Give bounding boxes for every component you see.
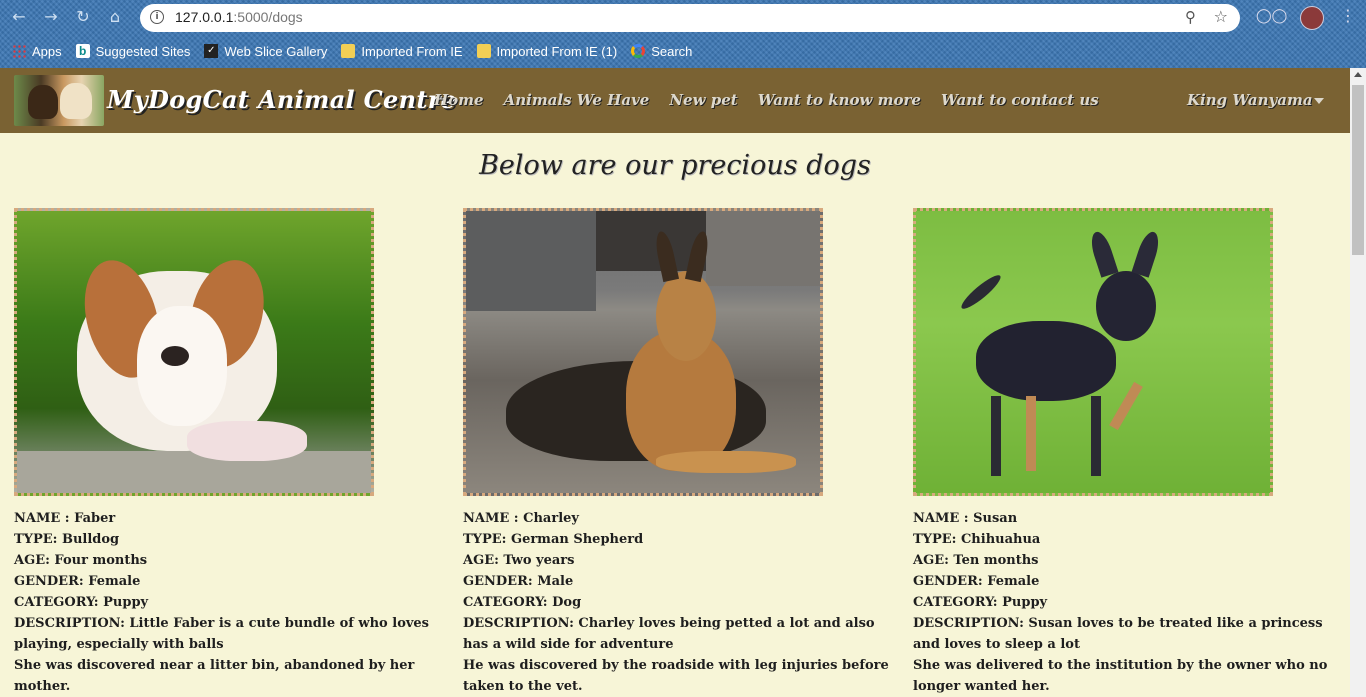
dog-gender: GENDER: Female	[913, 574, 1040, 589]
chrome-menu-icon[interactable]: ⋮	[1340, 6, 1356, 25]
dog-gender: GENDER: Male	[463, 574, 574, 589]
scroll-up-icon[interactable]	[1354, 72, 1362, 77]
dog-photo-bulldog	[14, 208, 374, 496]
dog-story: He was discovered by the roadside with l…	[463, 658, 889, 694]
web-slice-icon: ✓	[204, 44, 219, 58]
apps-grid-icon	[12, 44, 26, 58]
dog-info: NAME : Faber TYPE: Bulldog AGE: Four mon…	[14, 508, 449, 697]
dog-age: AGE: Two years	[463, 553, 575, 568]
dog-category: CATEGORY: Dog	[463, 595, 582, 610]
dog-card: NAME : Charley TYPE: German Shepherd AGE…	[463, 208, 898, 697]
back-icon[interactable]: ←	[8, 6, 30, 28]
dog-type: TYPE: Bulldog	[14, 532, 120, 547]
bookmark-apps[interactable]: Apps	[12, 44, 62, 59]
dog-age: AGE: Ten months	[913, 553, 1039, 568]
url-path: :5000/dogs	[233, 9, 303, 25]
bookmark-imported-from-ie-1[interactable]: Imported From IE (1)	[476, 43, 618, 59]
bookmark-web-slice-gallery[interactable]: ✓ Web Slice Gallery	[204, 44, 327, 59]
dog-gender: GENDER: Female	[14, 574, 141, 589]
dog-info: NAME : Charley TYPE: German Shepherd AGE…	[463, 508, 898, 697]
site-navbar: MyDogCat Animal Centre Home Animals We H…	[0, 68, 1350, 133]
browser-toolbar: ← → ↻ ⌂ i 127.0.0.1:5000/dogs ⚲ ☆ ◯◯ ⋮ A…	[0, 0, 1366, 68]
main-nav: Home Animals We Have New pet Want to kno…	[434, 91, 1099, 109]
bookmark-label: Search	[651, 43, 693, 59]
dog-description: DESCRIPTION: Little Faber is a cute bund…	[14, 616, 430, 652]
forward-icon[interactable]: →	[40, 6, 62, 28]
dog-description: DESCRIPTION: Charley loves being petted …	[463, 616, 875, 652]
dog-type: TYPE: German Shepherd	[463, 532, 644, 547]
dog-story: She was discovered near a litter bin, ab…	[14, 658, 415, 694]
bookmark-search[interactable]: Search	[631, 44, 692, 59]
page-title: Below are our precious dogs	[479, 150, 871, 181]
scroll-thumb[interactable]	[1352, 85, 1364, 255]
dog-name: NAME : Faber	[14, 511, 116, 526]
dog-card: NAME : Faber TYPE: Bulldog AGE: Four mon…	[14, 208, 449, 697]
logo-dog-shape	[28, 85, 58, 119]
dog-category: CATEGORY: Puppy	[14, 595, 149, 610]
nav-animals-we-have[interactable]: Animals We Have	[504, 91, 650, 109]
bookmark-label: Web Slice Gallery	[224, 43, 328, 59]
bookmark-imported-from-ie[interactable]: Imported From IE	[341, 43, 463, 59]
bookmarks-bar: Apps b Suggested Sites ✓ Web Slice Gallery…	[12, 40, 692, 62]
dog-card: NAME : Susan TYPE: Chihuahua AGE: Ten mo…	[913, 208, 1348, 697]
info-icon[interactable]: i	[150, 10, 164, 24]
bookmark-label: Suggested Sites	[95, 43, 191, 59]
url-text[interactable]: 127.0.0.1:5000/dogs	[175, 9, 303, 25]
nav-want-to-contact-us[interactable]: Want to contact us	[941, 91, 1099, 109]
dog-name: NAME : Susan	[913, 511, 1018, 526]
dog-photo-chihuahua	[913, 208, 1273, 496]
address-bar[interactable]: i 127.0.0.1:5000/dogs ⚲ ☆	[140, 4, 1240, 32]
folder-icon	[341, 44, 356, 58]
dog-photo-german-shepherd	[463, 208, 823, 496]
bing-icon: b	[75, 44, 90, 58]
logo-dog-cat-image[interactable]	[14, 75, 104, 126]
zoom-icon[interactable]: ⚲	[1185, 8, 1196, 26]
dog-category: CATEGORY: Puppy	[913, 595, 1048, 610]
dog-info: NAME : Susan TYPE: Chihuahua AGE: Ten mo…	[913, 508, 1348, 697]
bookmark-label: Apps	[32, 43, 62, 59]
bookmark-label: Imported From IE	[361, 43, 463, 59]
logo-cat-shape	[60, 83, 92, 119]
dog-description: DESCRIPTION: Susan loves to be treated l…	[913, 616, 1323, 652]
dog-story: She was delivered to the institution by …	[913, 658, 1328, 694]
bookmark-star-icon[interactable]: ☆	[1214, 7, 1228, 26]
google-icon	[631, 44, 646, 58]
url-host: 127.0.0.1	[175, 9, 234, 25]
bookmark-label: Imported From IE (1)	[496, 43, 618, 59]
incognito-glasses-icon[interactable]: ◯◯	[1256, 8, 1287, 24]
dog-age: AGE: Four months	[14, 553, 148, 568]
browser-nav-buttons: ← → ↻ ⌂	[8, 6, 126, 30]
home-icon[interactable]: ⌂	[104, 6, 126, 28]
page-scrollbar[interactable]	[1350, 68, 1366, 697]
nav-new-pet[interactable]: New pet	[669, 91, 737, 109]
reload-icon[interactable]: ↻	[72, 6, 94, 28]
dog-name: NAME : Charley	[463, 511, 579, 526]
chevron-down-icon[interactable]	[1314, 98, 1324, 104]
user-menu[interactable]: King Wanyama	[1187, 91, 1313, 109]
bookmark-suggested-sites[interactable]: b Suggested Sites	[75, 43, 191, 59]
site-brand[interactable]: MyDogCat Animal Centre	[107, 85, 456, 114]
dog-type: TYPE: Chihuahua	[913, 532, 1041, 547]
nav-home[interactable]: Home	[434, 91, 484, 109]
folder-icon	[476, 44, 491, 58]
nav-want-to-know-more[interactable]: Want to know more	[758, 91, 921, 109]
profile-avatar[interactable]	[1300, 6, 1324, 30]
